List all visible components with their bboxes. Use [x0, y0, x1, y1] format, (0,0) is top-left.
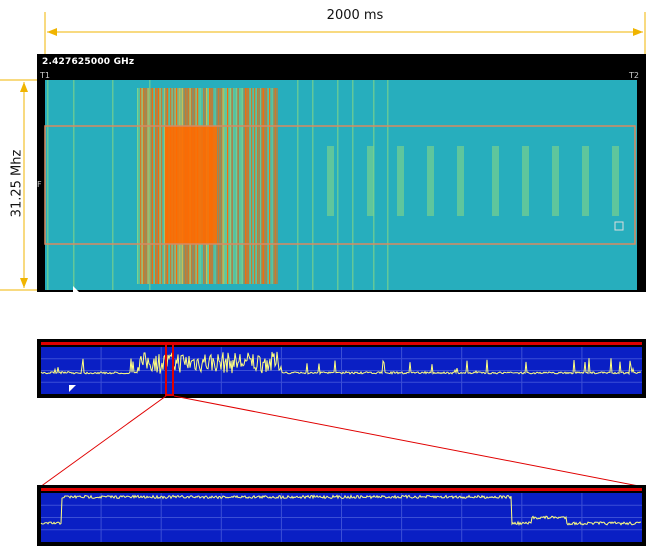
burst-column [252, 88, 254, 284]
burst-column [264, 88, 266, 284]
spectrogram-background [45, 80, 637, 290]
signal-line [47, 80, 49, 290]
burst-column [251, 88, 253, 284]
periodic-burst [367, 146, 374, 216]
periodic-burst [327, 146, 334, 216]
spectrogram-waterfall[interactable] [37, 54, 646, 292]
burst-column [144, 88, 146, 284]
burst-column [257, 88, 259, 284]
zoomed-trace[interactable] [37, 485, 646, 546]
burst-column [248, 88, 250, 284]
burst-column [260, 88, 262, 284]
burst-column [225, 88, 227, 284]
burst-column [236, 88, 238, 284]
burst-column [275, 88, 277, 284]
burst-column [218, 88, 220, 284]
burst-column [234, 88, 236, 284]
burst-column [150, 88, 152, 284]
periodic-burst [492, 146, 499, 216]
burst-column [153, 88, 155, 284]
burst-column [240, 88, 242, 284]
signal-line [312, 80, 314, 290]
burst-column [147, 88, 149, 284]
zoomed-trace-panel [37, 485, 646, 546]
marker-f[interactable]: F [37, 180, 42, 189]
burst-column [231, 88, 233, 284]
burst-column [222, 88, 224, 284]
periodic-burst [457, 146, 464, 216]
burst-column [228, 88, 230, 284]
burst-column [233, 88, 235, 284]
burst-column [267, 88, 269, 284]
burst-column [272, 88, 274, 284]
center-frequency-label: 2.427625000 GHz [42, 57, 135, 67]
burst-column [155, 88, 157, 284]
burst-column [138, 88, 140, 284]
burst-column [246, 88, 248, 284]
marker-t1[interactable]: T1 [40, 71, 50, 80]
periodic-burst [397, 146, 404, 216]
periodic-burst [552, 146, 559, 216]
zoom-connector-lines [39, 395, 645, 488]
burst-column [152, 88, 154, 284]
burst-column [221, 88, 223, 284]
burst-column [230, 88, 232, 284]
burst-column [146, 88, 148, 284]
burst-column [161, 88, 163, 284]
burst-column [276, 88, 278, 284]
burst-column [245, 88, 247, 284]
signal-line [112, 80, 114, 290]
zoom-window-indicator[interactable] [165, 342, 174, 396]
signal-line [73, 80, 75, 290]
burst-column [224, 88, 226, 284]
burst-column [242, 88, 244, 284]
spectrogram-panel [37, 54, 646, 292]
signal-line [337, 80, 339, 290]
burst-column [266, 88, 268, 284]
bandwidth-label: 31.25 Mhz [9, 149, 25, 218]
burst-core [165, 126, 217, 244]
periodic-burst [522, 146, 529, 216]
burst-column [261, 88, 263, 284]
burst-column [162, 88, 164, 284]
burst-column [156, 88, 158, 284]
reference-line [41, 488, 642, 491]
burst-column [258, 88, 260, 284]
burst-column [158, 88, 160, 284]
burst-column [219, 88, 221, 284]
time-span-label: 2000 ms [326, 8, 384, 23]
burst-column [273, 88, 275, 284]
burst-column [249, 88, 251, 284]
signal-line [352, 80, 354, 290]
burst-column [143, 88, 145, 284]
reference-line [41, 342, 642, 345]
signal-line [297, 80, 299, 290]
burst-column [255, 88, 257, 284]
burst-column [270, 88, 272, 284]
burst-column [269, 88, 271, 284]
burst-column [243, 88, 245, 284]
burst-column [227, 88, 229, 284]
periodic-burst [582, 146, 589, 216]
marker-t2[interactable]: T2 [629, 71, 639, 80]
periodic-burst [612, 146, 619, 216]
burst-column [137, 88, 139, 284]
burst-column [141, 88, 143, 284]
burst-column [239, 88, 241, 284]
burst-column [159, 88, 161, 284]
burst-column [140, 88, 142, 284]
burst-column [263, 88, 265, 284]
burst-column [254, 88, 256, 284]
signal-line [387, 80, 389, 290]
periodic-burst [427, 146, 434, 216]
burst-column [237, 88, 239, 284]
signal-line [149, 80, 151, 290]
